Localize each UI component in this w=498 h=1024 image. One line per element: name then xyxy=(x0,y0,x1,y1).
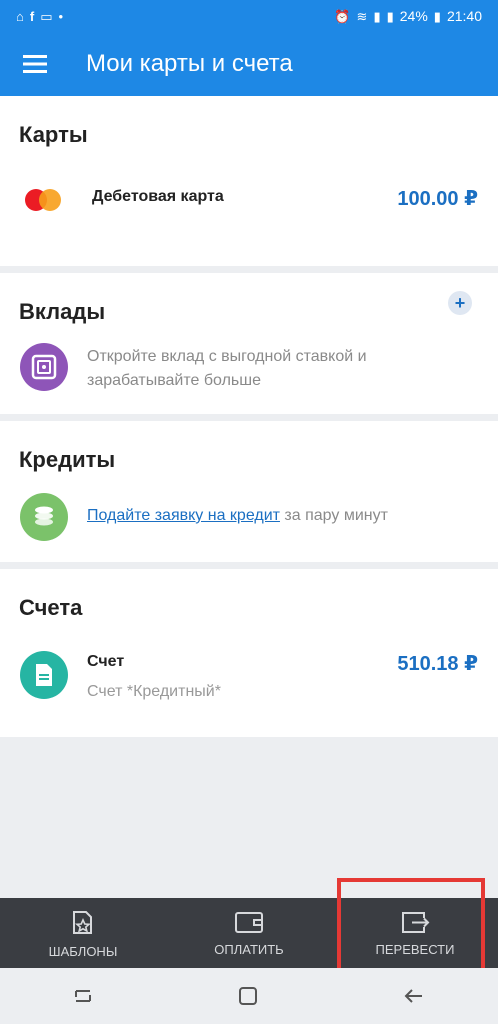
credit-promo-suffix: за пару минут xyxy=(279,507,388,524)
card-row[interactable]: Дебетовая карта 100.00 ₽ xyxy=(0,166,498,236)
account-subtitle: Счет *Кредитный* xyxy=(87,683,221,700)
status-bar: ⌂ f ▭ • ⏰ ≋ ▮ ▮ 24% ▮ 21:40 xyxy=(0,0,498,32)
nav-transfer[interactable]: ПЕРЕВЕСТИ xyxy=(332,898,498,968)
battery-icon: ▮ xyxy=(433,8,441,24)
menu-button[interactable] xyxy=(0,32,70,96)
battery-percent: 24% xyxy=(399,8,428,24)
dot-icon: • xyxy=(58,8,64,24)
accounts-section: Счета Счет Счет *Кредитный* 510.18 ₽ xyxy=(0,569,498,737)
deposits-title: Вклады xyxy=(19,299,106,324)
signal-icon: ▮ xyxy=(386,8,394,24)
document-icon xyxy=(20,651,68,699)
nav-pay-label: ОПЛАТИТЬ xyxy=(214,941,284,957)
facebook-icon: f xyxy=(29,8,35,24)
transfer-icon xyxy=(402,911,430,933)
credits-section: Кредиты Подайте заявку на кредит за пару… xyxy=(0,421,498,562)
home-icon: ⌂ xyxy=(16,8,24,24)
deposits-section: Вклады + Откройте вклад с выгодной ставк… xyxy=(0,273,498,414)
card-amount: 100.00 ₽ xyxy=(397,188,478,210)
cards-section: Карты Дебетовая карта 100.00 ₽ xyxy=(0,96,498,328)
recent-apps-icon[interactable] xyxy=(72,985,94,1007)
credit-promo: Подайте заявку на кредит за пару минут xyxy=(87,504,477,528)
main-content: Карты Дебетовая карта 100.00 ₽ Вклады + … xyxy=(0,96,498,737)
cards-title: Карты xyxy=(19,122,88,147)
hamburger-icon xyxy=(23,55,47,73)
bottom-navigation: ШАБЛОНЫ ОПЛАТИТЬ ПЕРЕВЕСТИ xyxy=(0,898,498,968)
account-row[interactable]: Счет Счет *Кредитный* 510.18 ₽ xyxy=(0,639,498,719)
mastercard-icon xyxy=(25,189,61,211)
alarm-icon: ⏰ xyxy=(334,8,351,24)
accounts-title: Счета xyxy=(19,595,83,620)
system-nav-bar xyxy=(0,968,498,1024)
message-icon: ▭ xyxy=(40,8,53,24)
wifi-icon: ≋ xyxy=(356,8,368,24)
deposit-promo-text[interactable]: Откройте вклад с выгодной ставкой и зара… xyxy=(87,345,447,393)
page-title: Мои карты и счета xyxy=(86,50,293,77)
clock: 21:40 xyxy=(446,8,482,24)
account-amount: 510.18 ₽ xyxy=(397,653,478,675)
back-icon[interactable] xyxy=(402,985,426,1007)
nav-templates[interactable]: ШАБЛОНЫ xyxy=(0,898,166,968)
nav-transfer-label: ПЕРЕВЕСТИ xyxy=(375,941,455,957)
add-deposit-button[interactable]: + xyxy=(448,291,472,315)
nav-pay[interactable]: ОПЛАТИТЬ xyxy=(166,898,332,968)
safe-icon xyxy=(20,343,68,391)
template-star-icon xyxy=(73,910,92,934)
card-name: Дебетовая карта xyxy=(92,188,224,205)
signal-icon: ▮ xyxy=(373,8,381,24)
app-bar: Мои карты и счета xyxy=(0,32,498,96)
coins-icon xyxy=(20,493,68,541)
nav-templates-label: ШАБЛОНЫ xyxy=(48,943,118,959)
wallet-icon xyxy=(235,911,263,933)
credit-application-link[interactable]: Подайте заявку на кредит xyxy=(87,507,280,524)
credits-title: Кредиты xyxy=(19,447,116,472)
home-button-icon[interactable] xyxy=(237,985,259,1007)
account-name: Счет xyxy=(87,653,125,670)
